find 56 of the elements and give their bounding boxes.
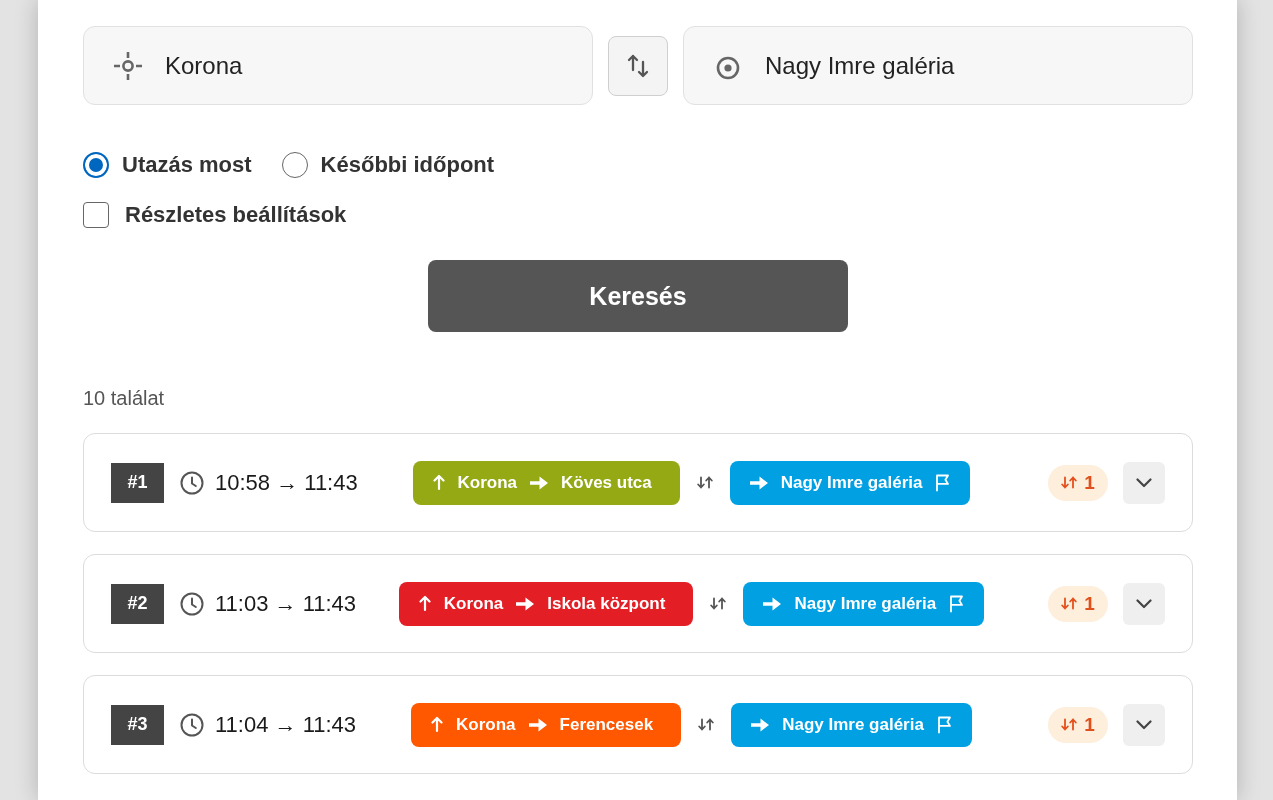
right-arrow-icon xyxy=(530,475,548,490)
stop-name: Korona xyxy=(443,593,504,614)
up-arrow-icon xyxy=(418,595,431,612)
expand-button[interactable] xyxy=(1123,703,1165,746)
radio-button[interactable] xyxy=(281,152,308,178)
destination-field[interactable]: Nagy Imre galéria xyxy=(683,26,1193,105)
clock-icon xyxy=(180,470,204,495)
stop-name: Iskola központ xyxy=(547,593,666,614)
stop-name: Nagy Imre galéria xyxy=(794,593,937,614)
swap-button[interactable] xyxy=(608,35,668,96)
result-rank: #1 xyxy=(111,462,164,503)
transfer-count: 1 xyxy=(1084,592,1095,615)
swap-icon xyxy=(626,53,650,78)
down-up-arrows-icon xyxy=(1061,718,1078,731)
stop-name: Korona xyxy=(457,472,517,493)
down-up-arrows-icon xyxy=(696,476,713,489)
target-icon xyxy=(716,55,740,80)
right-arrow-icon xyxy=(528,717,547,732)
clock-icon xyxy=(180,591,204,616)
crosshair-icon xyxy=(113,50,143,81)
checkbox-label[interactable]: Részletes beállítások xyxy=(125,202,347,228)
radio-label[interactable]: Későbbi időpont xyxy=(320,152,495,178)
up-arrow-icon xyxy=(432,474,445,491)
travel-time: 11:03 → 11:43 xyxy=(215,590,357,617)
travel-time: 11:04 → 11:43 xyxy=(215,711,357,738)
result-rank: #2 xyxy=(111,583,164,624)
down-up-arrows-icon xyxy=(710,597,727,610)
expand-button[interactable] xyxy=(1123,582,1165,625)
clock-icon xyxy=(180,712,204,737)
stop-name: Nagy Imre galéria xyxy=(780,472,923,493)
result-rank: #3 xyxy=(111,704,164,745)
expand-button[interactable] xyxy=(1123,461,1165,504)
result-count: 10 találat xyxy=(83,386,165,410)
right-arrow-icon xyxy=(751,717,770,732)
stop-name: Ferencesek xyxy=(559,714,654,735)
transfer-count: 1 xyxy=(1084,713,1095,736)
right-arrow-icon xyxy=(516,596,535,611)
search-button[interactable]: Keresés xyxy=(428,260,848,332)
right-arrow-icon xyxy=(749,475,768,490)
down-up-arrows-icon xyxy=(1061,476,1078,489)
stop-name: Nagy Imre galéria xyxy=(782,714,924,735)
up-arrow-icon xyxy=(431,716,444,733)
origin-field[interactable]: Korona xyxy=(83,26,593,105)
right-arrow-icon xyxy=(763,596,782,611)
radio-label[interactable]: Utazás most xyxy=(122,152,252,178)
stop-name: Korona xyxy=(456,714,516,735)
flag-icon xyxy=(935,473,951,492)
radio-button[interactable] xyxy=(83,152,109,178)
flag-icon xyxy=(949,594,965,613)
stop-name: Köves utca xyxy=(561,472,652,493)
flag-icon xyxy=(936,715,952,734)
down-up-arrows-icon xyxy=(1061,597,1078,610)
travel-time: 10:58 → 11:43 xyxy=(215,469,358,496)
checkbox[interactable] xyxy=(83,202,109,228)
transfer-count: 1 xyxy=(1084,471,1095,494)
down-up-arrows-icon xyxy=(698,718,715,731)
